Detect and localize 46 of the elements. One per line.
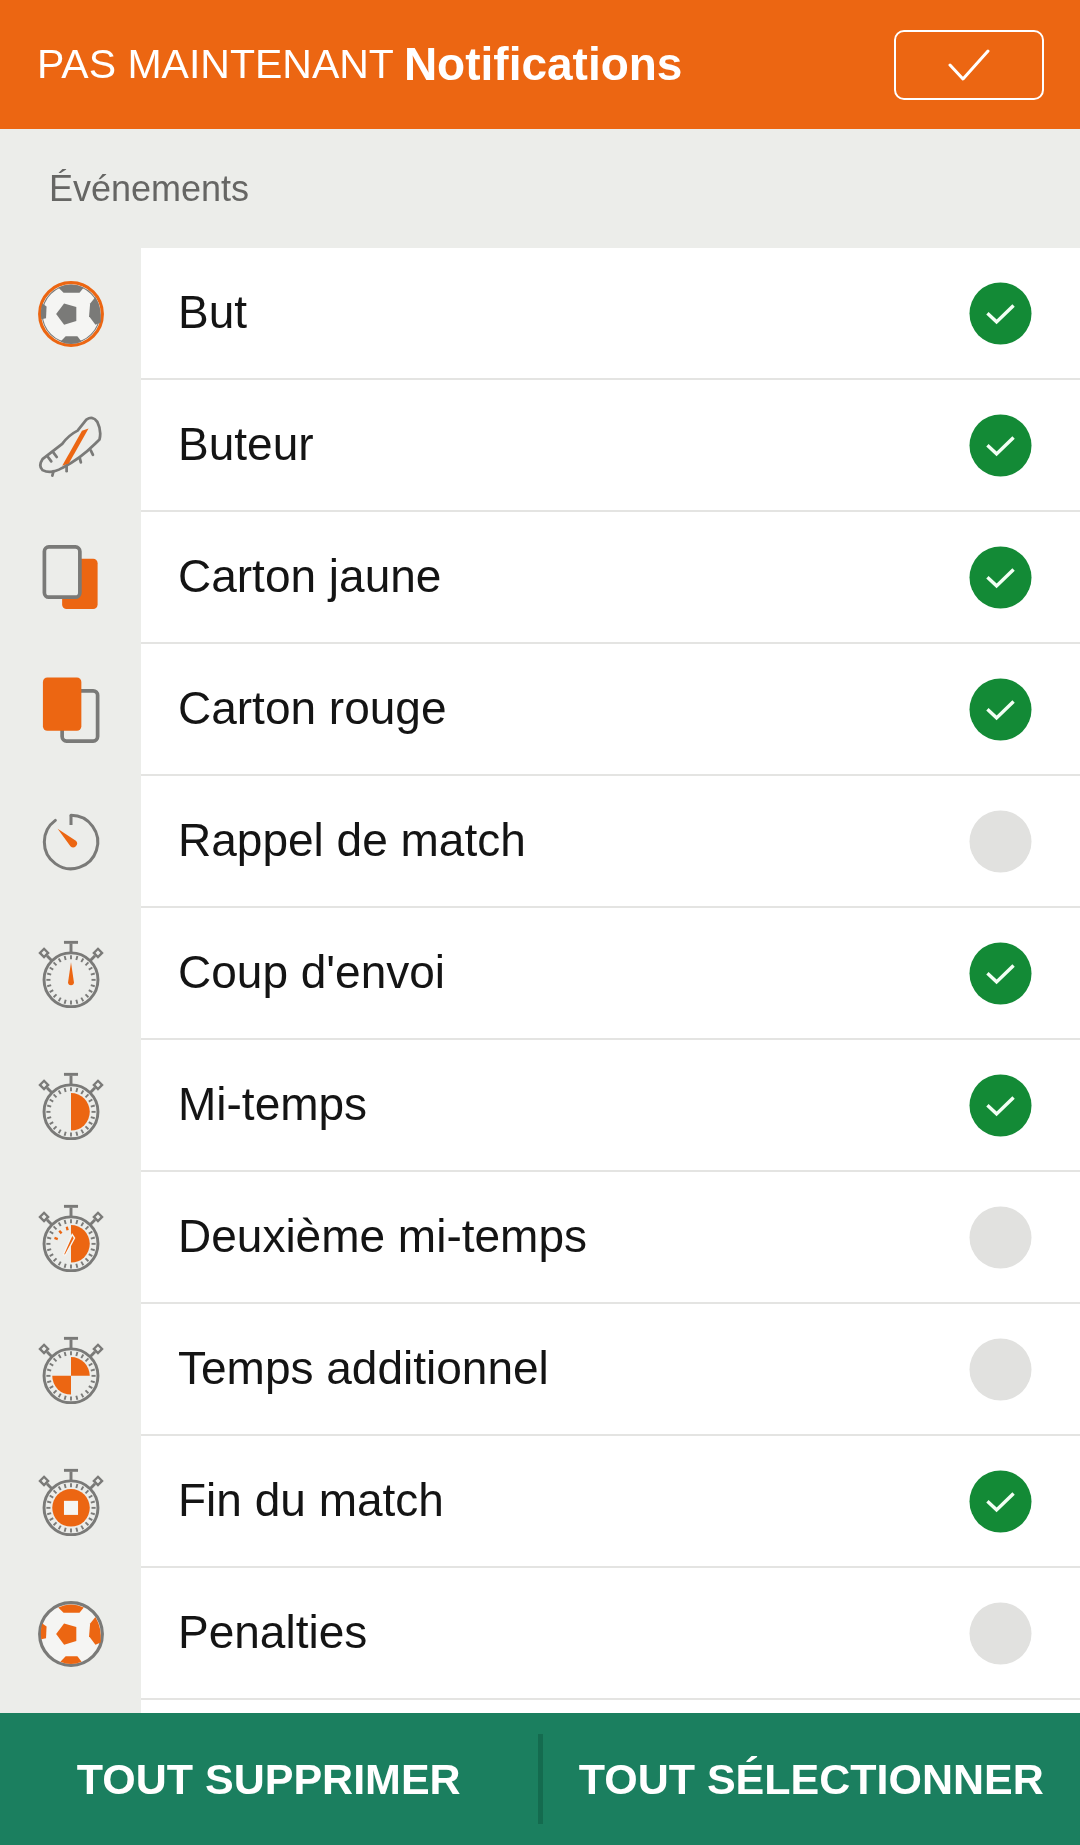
- event-label: Rappel de match: [178, 813, 526, 869]
- stopwatch-icon: [36, 1072, 105, 1140]
- event-label: But: [178, 285, 248, 341]
- section-heading: Événements: [49, 166, 250, 211]
- checkbox[interactable]: [969, 1337, 1032, 1401]
- event-label: Buteur: [178, 417, 314, 473]
- event-row[interactable]: Mi-temps: [141, 1040, 1080, 1172]
- event-row[interactable]: Temps additionnel: [141, 1304, 1080, 1436]
- event-row[interactable]: Buteur: [141, 380, 1080, 512]
- confirm-button[interactable]: [894, 29, 1044, 100]
- checkbox[interactable]: [969, 281, 1032, 345]
- checkbox[interactable]: [969, 1601, 1032, 1665]
- stopwatch-icon: [36, 1336, 105, 1404]
- event-label: Mi-temps: [178, 1077, 368, 1133]
- event-row[interactable]: But: [141, 248, 1080, 380]
- event-label: Fin du match: [178, 1473, 444, 1529]
- soccer-ball-icon: [36, 280, 105, 348]
- checkbox[interactable]: [969, 1469, 1032, 1533]
- event-row[interactable]: Carton rouge: [141, 644, 1080, 776]
- event-label: Carton jaune: [178, 549, 442, 605]
- checkbox[interactable]: [969, 941, 1032, 1005]
- stopwatch-icon: [36, 1468, 105, 1536]
- select-all-button[interactable]: TOUT SÉLECTIONNER: [542, 1713, 1080, 1845]
- checkbox[interactable]: [969, 545, 1032, 609]
- clear-all-button[interactable]: TOUT SUPPRIMER: [0, 1713, 538, 1845]
- checkbox[interactable]: [969, 1205, 1032, 1269]
- event-label: Penalties: [178, 1605, 368, 1661]
- event-label: Coup d'envoi: [178, 945, 446, 1001]
- event-row[interactable]: Rappel de match: [141, 776, 1080, 908]
- event-row[interactable]: Carton jaune: [141, 512, 1080, 644]
- event-row[interactable]: Fin du match: [141, 1436, 1080, 1568]
- check-icon: [948, 47, 990, 82]
- event-row[interactable]: Coup d'envoi: [141, 908, 1080, 1040]
- event-label: Deuxième mi-temps: [178, 1209, 587, 1265]
- event-label: Carton rouge: [178, 681, 447, 737]
- event-row[interactable]: Penalties: [141, 1568, 1080, 1700]
- stopwatch-icon: [36, 1204, 105, 1272]
- stopwatch-icon: [36, 940, 105, 1008]
- checkbox[interactable]: [969, 1073, 1032, 1137]
- soccer-ball-icon: [36, 1600, 105, 1668]
- event-label: Temps additionnel: [178, 1341, 549, 1397]
- checkbox[interactable]: [969, 413, 1032, 477]
- checkbox[interactable]: [969, 677, 1032, 741]
- checkbox[interactable]: [969, 809, 1032, 873]
- screen-title: Notifications: [403, 36, 683, 92]
- event-row[interactable]: Deuxième mi-temps: [141, 1172, 1080, 1304]
